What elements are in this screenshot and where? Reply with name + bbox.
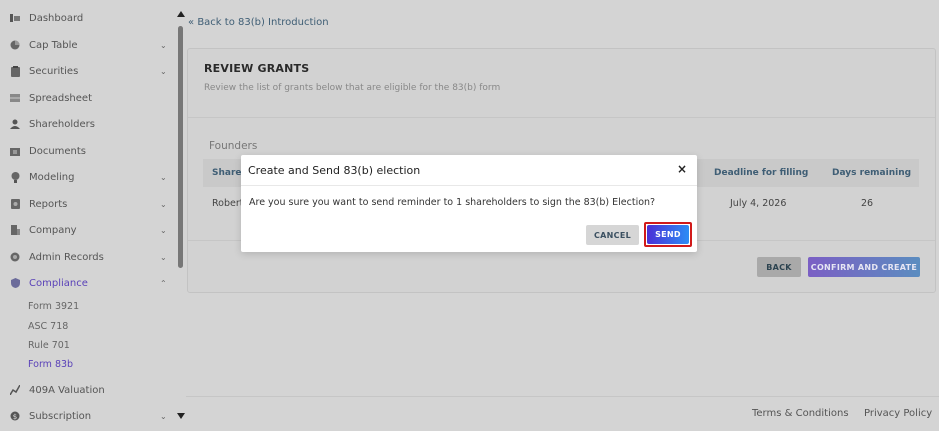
footer-divider (186, 396, 939, 397)
sidebar-subitem-asc-718[interactable]: ASC 718 (28, 321, 68, 332)
double-chevron-left-icon: « (188, 17, 195, 28)
table-icon (10, 93, 20, 103)
sidebar-item-subscription[interactable]: $ Subscription ⌄ (0, 405, 176, 427)
report-icon (10, 199, 20, 209)
chevron-down-icon: ⌄ (160, 172, 167, 182)
back-link[interactable]: « Back to 83(b) Introduction (188, 17, 329, 28)
confirm-and-create-button[interactable]: CONFIRM AND CREATE (808, 257, 920, 277)
terms-link[interactable]: Terms & Conditions (752, 408, 849, 419)
cell-deadline: July 4, 2026 (730, 198, 787, 209)
sidebar-subitem-rule-701[interactable]: Rule 701 (28, 340, 70, 351)
col-header-deadline: Deadline for filling (714, 168, 809, 178)
chevron-down-icon: ⌄ (160, 225, 167, 235)
sidebar-item-documents[interactable]: Documents (0, 140, 176, 162)
sidebar-item-cap-table[interactable]: Cap Table ⌄ (0, 34, 176, 56)
modal-title: Create and Send 83(b) election (248, 164, 421, 177)
modal-divider (241, 185, 697, 186)
sidebar-item-compliance[interactable]: Compliance ⌃ (0, 272, 176, 294)
modal-message: Are you sure you want to send reminder t… (249, 197, 656, 208)
records-icon (10, 252, 20, 262)
back-button[interactable]: BACK (757, 257, 801, 277)
review-grants-subtitle: Review the list of grants below that are… (204, 83, 501, 93)
cell-days-remaining: 26 (861, 198, 874, 209)
scrollbar-thumb[interactable] (178, 26, 183, 268)
sidebar-item-reports[interactable]: Reports ⌄ (0, 193, 176, 215)
close-icon[interactable]: × (677, 162, 687, 176)
sidebar-item-modeling[interactable]: Modeling ⌄ (0, 166, 176, 188)
valuation-icon (10, 385, 20, 395)
sidebar-item-409a-valuation[interactable]: 409A Valuation (0, 379, 176, 401)
sidebar-item-admin-records[interactable]: Admin Records ⌄ (0, 246, 176, 268)
scroll-down-arrow-icon[interactable] (177, 413, 185, 419)
founders-label: Founders (209, 140, 258, 152)
folder-icon (10, 146, 20, 156)
sidebar: Dashboard Cap Table ⌄ Securities ⌄ Sprea… (0, 0, 176, 431)
lightbulb-icon (10, 171, 20, 183)
sidebar-subitem-form-3921[interactable]: Form 3921 (28, 301, 79, 312)
chevron-down-icon: ⌄ (160, 252, 167, 262)
cell-shareholder-name: Robert (212, 198, 244, 209)
sidebar-item-company[interactable]: Company ⌄ (0, 219, 176, 241)
chevron-down-icon: ⌄ (160, 411, 167, 421)
sidebar-subitem-form-83b[interactable]: Form 83b (28, 359, 73, 370)
shield-icon (10, 278, 20, 288)
clipboard-icon (10, 65, 20, 77)
building-icon (10, 225, 20, 235)
scroll-up-arrow-icon[interactable] (177, 11, 185, 17)
privacy-link[interactable]: Privacy Policy (864, 408, 932, 419)
send-button[interactable]: SEND (647, 225, 689, 244)
pie-chart-icon (10, 40, 20, 50)
chevron-down-icon: ⌄ (160, 66, 167, 76)
sidebar-item-spreadsheet[interactable]: Spreadsheet (0, 87, 176, 109)
svg-text:$: $ (13, 413, 17, 421)
divider (188, 117, 935, 118)
chevron-up-icon: ⌃ (160, 278, 167, 288)
sidebar-item-shareholders[interactable]: Shareholders (0, 113, 176, 135)
review-grants-title: REVIEW GRANTS (204, 62, 310, 75)
col-header-days-remaining: Days remaining (832, 168, 912, 178)
chevron-down-icon: ⌄ (160, 40, 167, 50)
user-icon (10, 119, 20, 129)
dollar-icon: $ (10, 411, 20, 421)
cancel-button[interactable]: CANCEL (586, 225, 639, 245)
sidebar-item-dashboard[interactable]: Dashboard (0, 7, 176, 29)
dashboard-icon (10, 13, 20, 23)
chevron-down-icon: ⌄ (160, 199, 167, 209)
sidebar-item-securities[interactable]: Securities ⌄ (0, 60, 176, 82)
